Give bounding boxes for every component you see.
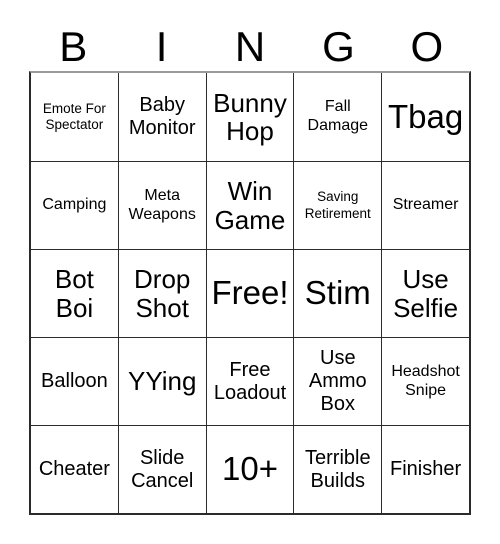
bingo-cell-label: Balloon [41, 370, 108, 393]
bingo-cell-b5[interactable]: Cheater [31, 426, 118, 513]
bingo-cell-label: Headshot Snipe [391, 362, 460, 399]
bingo-card: B I N G O Emote For Spectator Baby Monit… [0, 0, 500, 544]
bingo-cell-b3[interactable]: Bot Boi [31, 250, 118, 337]
bingo-header-letter-n: N [234, 23, 266, 70]
bingo-row-1: Emote For Spectator Baby Monitor Bunny H… [31, 73, 469, 161]
bingo-row-2: Camping Meta Weapons Win Game Saving Ret… [31, 161, 469, 249]
bingo-header-letter-b: B [59, 23, 88, 70]
bingo-cell-label: Cheater [38, 458, 110, 481]
bingo-cell-label: Free Loadout [213, 358, 287, 404]
bingo-cell-g4[interactable]: Use Ammo Box [293, 338, 381, 425]
bingo-grid: Emote For Spectator Baby Monitor Bunny H… [29, 71, 471, 515]
bingo-cell-g3[interactable]: Stim [293, 250, 381, 337]
bingo-cell-o2[interactable]: Streamer [381, 162, 469, 249]
bingo-header-letter-g: G [322, 23, 355, 70]
bingo-cell-o3[interactable]: Use Selfie [381, 250, 469, 337]
bingo-row-4: Balloon YYing Free Loadout Use Ammo Box … [31, 337, 469, 425]
bingo-cell-n1[interactable]: Bunny Hop [205, 73, 294, 161]
bingo-cell-label: Emote For Spectator [42, 100, 106, 132]
bingo-header-letter-i: I [155, 23, 168, 70]
bingo-cell-g5[interactable]: Terrible Builds [293, 426, 381, 513]
bingo-cell-label: Terrible Builds [305, 446, 371, 492]
bingo-cell-i2[interactable]: Meta Weapons [117, 162, 206, 249]
bingo-cell-label: Streamer [392, 196, 459, 214]
bingo-cell-g2[interactable]: Saving Retirement [293, 162, 381, 249]
bingo-cell-label: Tbag [387, 97, 464, 135]
bingo-cell-n2[interactable]: Win Game [205, 162, 294, 249]
bingo-header-letter-o: O [410, 23, 444, 70]
bingo-row-5: Cheater Slide Cancel 10+ Terrible Builds… [31, 425, 469, 513]
bingo-cell-b2[interactable]: Camping [31, 162, 118, 249]
bingo-cell-n4[interactable]: Free Loadout [205, 338, 294, 425]
bingo-cell-label: Win Game [214, 176, 286, 235]
bingo-row-3: Bot Boi Drop Shot Free! Stim Use Selfie [31, 249, 469, 337]
bingo-cell-o1[interactable]: Tbag [381, 73, 469, 161]
bingo-cell-i5[interactable]: Slide Cancel [117, 426, 206, 513]
bingo-cell-n5[interactable]: 10+ [205, 426, 294, 513]
bingo-cell-label: Camping [42, 196, 107, 214]
bingo-cell-label: Drop Shot [134, 264, 191, 323]
bingo-cell-o4[interactable]: Headshot Snipe [381, 338, 469, 425]
bingo-cell-o5[interactable]: Finisher [381, 426, 469, 513]
bingo-cell-free-space[interactable]: Free! [205, 250, 294, 337]
bingo-cell-label: YYing [127, 366, 197, 397]
bingo-cell-b4[interactable]: Balloon [31, 338, 118, 425]
bingo-cell-label: Free! [211, 274, 289, 312]
bingo-cell-b1[interactable]: Emote For Spectator [31, 73, 118, 161]
bingo-cell-i1[interactable]: Baby Monitor [117, 73, 206, 161]
bingo-cell-label: Stim [304, 274, 371, 312]
bingo-cell-i3[interactable]: Drop Shot [117, 250, 206, 337]
bingo-cell-i4[interactable]: YYing [117, 338, 206, 425]
bingo-cell-label: 10+ [222, 450, 278, 488]
bingo-cell-label: Use Selfie [393, 264, 459, 323]
bingo-cell-label: Use Ammo Box [308, 347, 367, 415]
bingo-cell-label: Saving Retirement [304, 189, 371, 221]
bingo-cell-label: Bunny Hop [213, 87, 287, 146]
bingo-cell-g1[interactable]: Fall Damage [293, 73, 381, 161]
bingo-cell-label: Finisher [390, 458, 462, 481]
bingo-cell-label: Baby Monitor [128, 94, 196, 139]
bingo-cell-label: Meta Weapons [128, 186, 196, 223]
bingo-cell-label: Slide Cancel [131, 446, 194, 492]
bingo-cell-label: Fall Damage [307, 98, 369, 134]
bingo-header: B I N G O [29, 14, 471, 70]
bingo-cell-label: Bot Boi [54, 264, 94, 323]
